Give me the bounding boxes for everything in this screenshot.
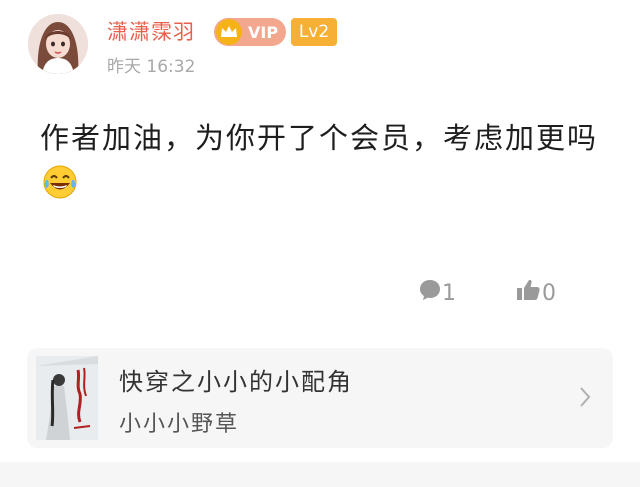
username[interactable]: 潇潇霂羽 [107, 18, 195, 46]
book-cover [36, 356, 98, 440]
reply-count: 1 [442, 280, 456, 306]
bottom-divider [0, 462, 640, 487]
comment-header: 潇潇霂羽 VIP Lv2 昨天 16:32 [28, 12, 608, 82]
book-title: 快穿之小小的小配角 [119, 368, 353, 396]
timestamp: 昨天 16:32 [107, 57, 196, 77]
vip-label: VIP [248, 22, 279, 42]
chevron-right-icon [579, 386, 591, 412]
comment-actions: 1 0 [0, 278, 640, 310]
laughing-tears-emoji-icon [42, 164, 78, 200]
like-button[interactable]: 0 [516, 278, 556, 308]
book-card[interactable]: 快穿之小小的小配角 小小小野草 [27, 348, 613, 448]
comment-text: 作者加油，为你开了个会员，考虑加更吗 [40, 121, 599, 155]
comment-text-block: 作者加油，为你开了个会员，考虑加更吗 [40, 115, 610, 207]
comment-bubble-icon [418, 278, 442, 308]
avatar[interactable] [28, 14, 88, 74]
book-author: 小小小野草 [119, 412, 240, 437]
level-badge: Lv2 [291, 18, 337, 46]
crown-icon [216, 19, 242, 45]
vip-badge: VIP [214, 18, 286, 46]
thumbs-up-icon [516, 278, 542, 308]
reply-button[interactable]: 1 [418, 278, 456, 308]
like-count: 0 [542, 280, 556, 306]
